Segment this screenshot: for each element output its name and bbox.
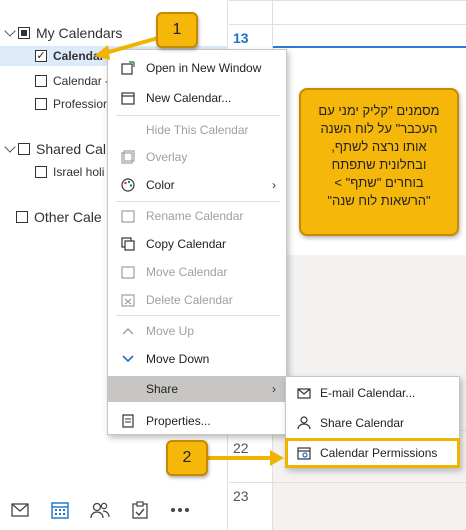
outlook-calendar-window: 13 22 23 My Calendars Calendar Calendar … — [0, 0, 466, 530]
arrow-to-calendar — [101, 36, 159, 56]
arrowhead — [94, 45, 110, 60]
instruction-note: מסמנים "קליק ימני עם העכבר" על לוח השנה … — [299, 88, 459, 236]
callout-arrows — [94, 36, 284, 466]
step-badge-2: 2 — [166, 440, 208, 476]
step-badge-1: 1 — [156, 12, 198, 48]
arrowhead — [270, 450, 284, 466]
